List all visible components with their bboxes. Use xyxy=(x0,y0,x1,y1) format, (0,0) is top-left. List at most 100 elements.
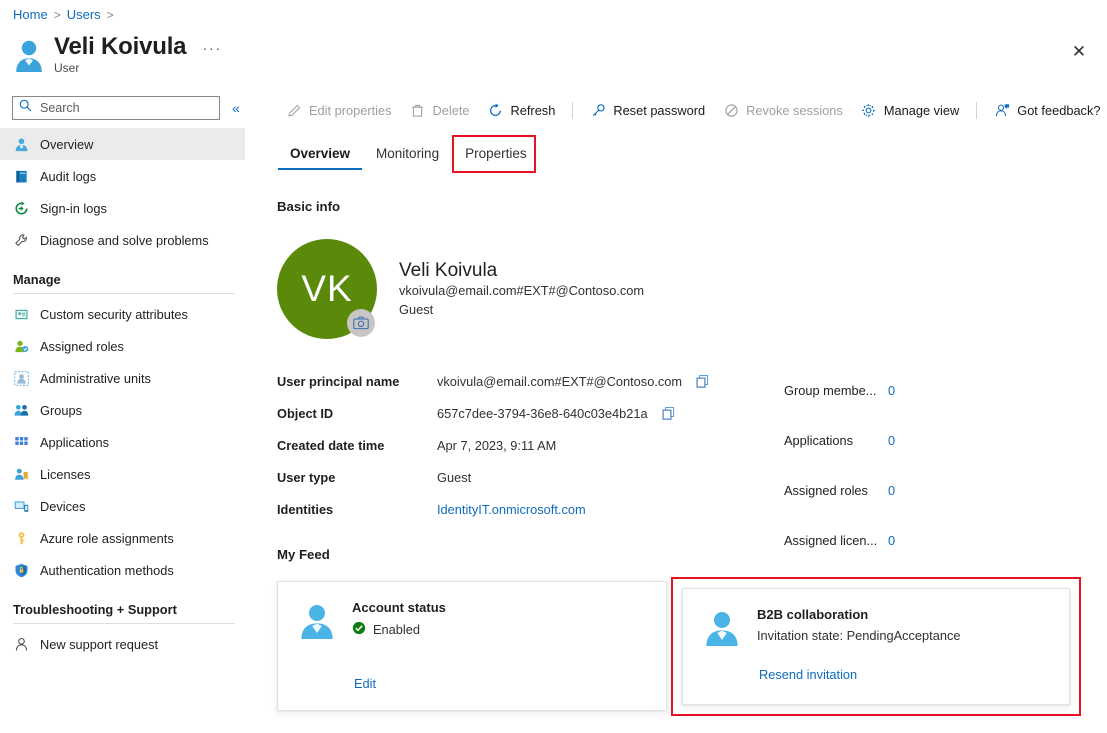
profile-email: vkoivula@email.com#EXT#@Contoso.com xyxy=(399,283,645,299)
pencil-icon xyxy=(286,102,302,118)
sidebar-item-label: New support request xyxy=(40,636,159,652)
sidebar-item-licenses[interactable]: Licenses xyxy=(0,458,245,490)
account-status-card: Account status Enabled Edit xyxy=(277,581,667,711)
sidebar-item-authentication-methods[interactable]: Authentication methods xyxy=(0,554,245,586)
signin-icon xyxy=(13,200,29,216)
breadcrumb-separator: > xyxy=(106,7,114,22)
breadcrumb-item-home[interactable]: Home xyxy=(13,7,48,22)
shield-icon xyxy=(13,562,29,578)
user-profile-summary: VK Veli Koivula vkoivula@email.com#EXT#@… xyxy=(277,239,644,339)
check-circle-icon xyxy=(352,621,366,638)
sidebar-item-audit-logs[interactable]: Audit logs xyxy=(0,160,245,192)
sidebar-item-label: Audit logs xyxy=(40,168,97,184)
refresh-icon xyxy=(488,102,504,118)
sidebar-item-label: Administrative units xyxy=(40,370,151,386)
toolbar-label: Delete xyxy=(432,102,470,118)
sidebar-item-label: Groups xyxy=(40,402,82,418)
sidebar-item-azure-role-assignments[interactable]: Azure role assignments xyxy=(0,522,245,554)
feedback-icon xyxy=(994,102,1010,118)
property-label: Created date time xyxy=(277,437,385,453)
sidebar-group-manage: Manage xyxy=(13,272,61,287)
sidebar-item-diagnose[interactable]: Diagnose and solve problems xyxy=(0,224,245,256)
toolbar-label: Got feedback? xyxy=(1017,102,1101,118)
tab-monitoring[interactable]: Monitoring xyxy=(363,140,452,170)
close-icon[interactable]: ✕ xyxy=(1064,36,1094,66)
invitation-state: Invitation state: PendingAcceptance xyxy=(757,628,961,643)
book-icon xyxy=(13,168,29,184)
tab-bar: Overview Monitoring Properties xyxy=(277,140,540,170)
toolbar-label: Edit properties xyxy=(309,102,392,118)
stat-label: Assigned licen... xyxy=(784,532,878,548)
property-row: Identities IdentityIT.onmicrosoft.com xyxy=(277,493,710,525)
breadcrumb-item-users[interactable]: Users xyxy=(67,7,101,22)
property-label: Object ID xyxy=(277,405,334,421)
refresh-button[interactable]: Refresh xyxy=(479,97,565,123)
sidebar-item-groups[interactable]: Groups xyxy=(0,394,245,426)
sidebar-item-label: Assigned roles xyxy=(40,338,124,354)
copy-icon[interactable] xyxy=(661,406,676,421)
stat-row: Assigned roles 0 xyxy=(784,465,895,515)
tab-properties[interactable]: Properties xyxy=(452,140,540,170)
toolbar-label: Revoke sessions xyxy=(746,102,843,118)
sidebar-item-new-support-request[interactable]: New support request xyxy=(0,628,245,660)
stat-value[interactable]: 0 xyxy=(888,483,895,498)
sidebar-item-devices[interactable]: Devices xyxy=(0,490,245,522)
edit-link[interactable]: Edit xyxy=(354,676,376,691)
basic-info-heading: Basic info xyxy=(277,199,341,214)
search-box[interactable] xyxy=(12,96,220,120)
sidebar-item-custom-security-attributes[interactable]: Custom security attributes xyxy=(0,298,245,330)
licenses-icon xyxy=(13,466,29,482)
identities-link[interactable]: IdentityIT.onmicrosoft.com xyxy=(437,502,586,517)
toolbar-label: Manage view xyxy=(883,102,960,118)
property-value: 657c7dee-3794-36e8-640c03e4b21a xyxy=(437,405,648,421)
profile-user-type: Guest xyxy=(399,301,434,317)
sidebar-item-overview[interactable]: Overview xyxy=(0,128,245,160)
card-title: Account status xyxy=(352,600,446,615)
search-input[interactable] xyxy=(38,100,213,116)
stat-value[interactable]: 0 xyxy=(888,433,895,448)
search-icon xyxy=(19,99,32,117)
sidebar-item-label: Devices xyxy=(40,498,86,514)
roles-icon xyxy=(13,338,29,354)
tab-overview[interactable]: Overview xyxy=(277,140,363,170)
azure-user-overview-page: Home > Users > Veli Koivula ··· User ✕ S… xyxy=(0,0,1107,733)
delete-button[interactable]: Delete xyxy=(401,97,479,123)
stat-row: Group membe... 0 xyxy=(784,365,895,415)
attributes-icon xyxy=(13,306,29,322)
property-row: Object ID 657c7dee-3794-36e8-640c03e4b21… xyxy=(277,397,710,429)
sidebar-item-assigned-roles[interactable]: Assigned roles xyxy=(0,330,245,362)
camera-icon[interactable] xyxy=(347,309,375,337)
sidebar-item-sign-in-logs[interactable]: Sign-in logs xyxy=(0,192,245,224)
got-feedback-button[interactable]: Got feedback? xyxy=(985,97,1107,123)
devices-icon xyxy=(13,498,29,514)
support-icon xyxy=(13,636,29,652)
page-header: Veli Koivula ··· User xyxy=(14,33,224,75)
more-options-button[interactable]: ··· xyxy=(200,40,224,57)
property-label: User principal name xyxy=(277,373,400,389)
sidebar-item-applications[interactable]: Applications xyxy=(0,426,245,458)
stat-label: Applications xyxy=(784,432,854,448)
copy-icon[interactable] xyxy=(695,374,710,389)
sidebar-item-administrative-units[interactable]: Administrative units xyxy=(0,362,245,394)
stat-value[interactable]: 0 xyxy=(888,533,895,548)
property-label: User type xyxy=(277,469,336,485)
divider xyxy=(13,293,235,294)
collapse-sidebar-button[interactable]: « xyxy=(228,99,244,117)
reset-password-button[interactable]: Reset password xyxy=(581,97,714,123)
sidebar-item-label: Overview xyxy=(40,136,94,152)
property-value: Guest xyxy=(437,469,472,485)
sidebar-nav: Overview Audit logs Sign-in logs Diagnos… xyxy=(0,128,245,660)
resend-invitation-link[interactable]: Resend invitation xyxy=(759,667,857,682)
sidebar-item-label: Sign-in logs xyxy=(40,200,107,216)
divider xyxy=(13,623,235,624)
user-icon xyxy=(298,602,336,640)
stat-label: Assigned roles xyxy=(784,482,868,498)
sidebar-group-troubleshooting: Troubleshooting + Support xyxy=(13,602,177,617)
manage-view-button[interactable]: Manage view xyxy=(852,97,968,123)
edit-properties-button[interactable]: Edit properties xyxy=(277,97,401,123)
revoke-sessions-button[interactable]: Revoke sessions xyxy=(714,97,852,123)
sidebar-item-label: Authentication methods xyxy=(40,562,174,578)
admin-units-icon xyxy=(13,370,29,386)
my-feed-heading: My Feed xyxy=(277,547,330,562)
stat-value[interactable]: 0 xyxy=(888,383,895,398)
